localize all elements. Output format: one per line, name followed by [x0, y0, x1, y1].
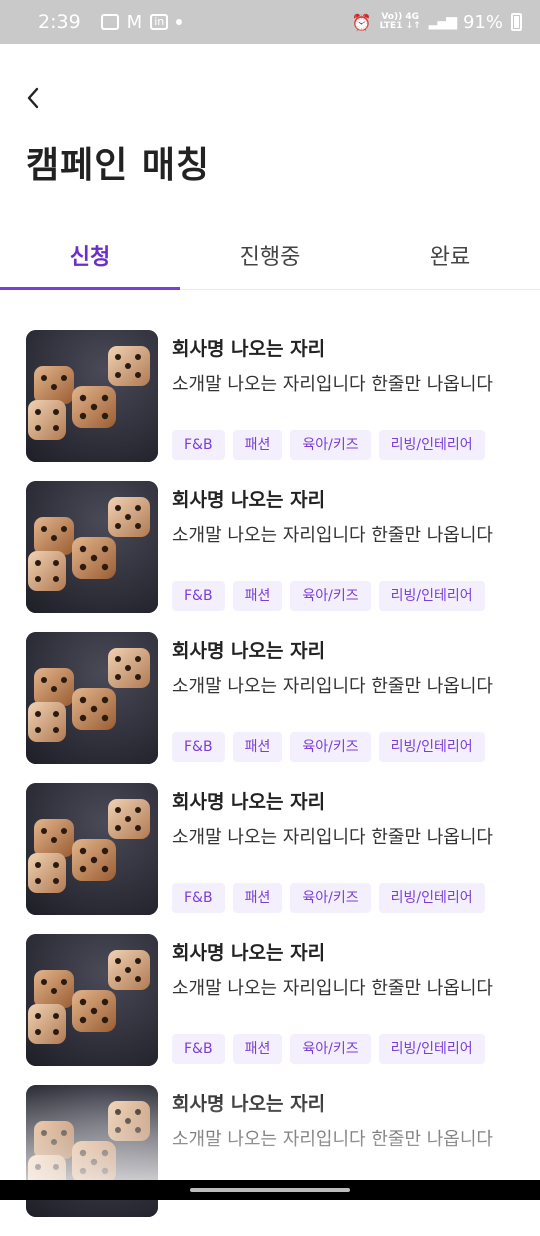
notification-dot-icon	[176, 19, 183, 25]
category-tag: 리빙/인테리어	[378, 581, 485, 611]
tag-list: F&B 패션 육아/키즈 리빙/인테리어	[172, 732, 485, 762]
dice-photo	[26, 632, 158, 764]
company-intro: 소개말 나오는 자리입니다 한줄만 나옵니다	[172, 525, 493, 546]
category-tag: 패션	[232, 581, 283, 611]
dice-photo	[26, 330, 158, 462]
tab-bar: 신청 진행중 완료	[0, 228, 540, 290]
status-time: 2:39	[38, 11, 81, 33]
campaign-thumbnail	[26, 481, 158, 613]
category-tag: F&B	[172, 732, 225, 762]
network-bottom-label: LTE1 ↓↑	[379, 21, 421, 31]
category-tag: 리빙/인테리어	[378, 430, 485, 460]
campaign-card[interactable]: 회사명 나오는 자리 소개말 나오는 자리입니다 한줄만 나옵니다 F&B 패션…	[0, 632, 540, 783]
category-tag: F&B	[172, 430, 225, 460]
company-name: 회사명 나오는 자리	[172, 640, 326, 662]
page-title: 캠페인 매칭	[26, 145, 211, 186]
company-name: 회사명 나오는 자리	[172, 338, 326, 360]
category-tag: 패션	[232, 732, 283, 762]
campaign-list: 회사명 나오는 자리 소개말 나오는 자리입니다 한줄만 나옵니다 F&B 패션…	[0, 330, 540, 1236]
tab-apply[interactable]: 신청	[0, 228, 180, 290]
category-tag: 육아/키즈	[290, 1034, 371, 1064]
category-tag: 패션	[232, 883, 283, 913]
campaign-card[interactable]: 회사명 나오는 자리 소개말 나오는 자리입니다 한줄만 나옵니다 F&B 패션…	[0, 330, 540, 481]
dice-photo	[26, 934, 158, 1066]
dice-photo	[26, 783, 158, 915]
home-gesture-handle[interactable]	[190, 1188, 350, 1192]
campaign-card[interactable]: 회사명 나오는 자리 소개말 나오는 자리입니다 한줄만 나옵니다 F&B 패션…	[0, 934, 540, 1085]
category-tag: 패션	[232, 430, 283, 460]
back-button[interactable]	[22, 84, 48, 112]
category-tag: 육아/키즈	[290, 581, 371, 611]
tag-list: F&B 패션 육아/키즈 리빙/인테리어	[172, 1034, 485, 1064]
campaign-card[interactable]: 회사명 나오는 자리 소개말 나오는 자리입니다 한줄만 나옵니다 F&B 패션…	[0, 783, 540, 934]
category-tag: F&B	[172, 581, 225, 611]
category-tag: F&B	[172, 883, 225, 913]
campaign-card[interactable]: 회사명 나오는 자리 소개말 나오는 자리입니다 한줄만 나옵니다	[0, 1085, 540, 1236]
campaign-thumbnail	[26, 330, 158, 462]
campaign-thumbnail	[26, 632, 158, 764]
category-tag: 육아/키즈	[290, 883, 371, 913]
company-name: 회사명 나오는 자리	[172, 489, 326, 511]
linkedin-icon: in	[150, 14, 169, 30]
dice-photo	[26, 481, 158, 613]
battery-percent: 91%	[462, 11, 503, 33]
gmail-icon: M	[126, 11, 143, 33]
company-intro: 소개말 나오는 자리입니다 한줄만 나옵니다	[172, 676, 493, 697]
campaign-thumbnail	[26, 934, 158, 1066]
category-tag: 패션	[232, 1034, 283, 1064]
company-intro: 소개말 나오는 자리입니다 한줄만 나옵니다	[172, 374, 493, 395]
battery-icon	[511, 13, 522, 31]
tag-list: F&B 패션 육아/키즈 리빙/인테리어	[172, 883, 485, 913]
category-tag: 리빙/인테리어	[378, 732, 485, 762]
category-tag: F&B	[172, 1034, 225, 1064]
company-name: 회사명 나오는 자리	[172, 1093, 326, 1115]
category-tag: 리빙/인테리어	[378, 1034, 485, 1064]
signal-icon: ▂▄▆	[428, 14, 457, 30]
alarm-icon: ⏰	[351, 12, 372, 32]
tag-list: F&B 패션 육아/키즈 리빙/인테리어	[172, 581, 485, 611]
gallery-icon	[100, 14, 119, 30]
category-tag: 육아/키즈	[290, 430, 371, 460]
company-name: 회사명 나오는 자리	[172, 942, 326, 964]
company-intro: 소개말 나오는 자리입니다 한줄만 나옵니다	[172, 978, 493, 999]
chevron-left-icon	[27, 87, 39, 109]
campaign-card[interactable]: 회사명 나오는 자리 소개말 나오는 자리입니다 한줄만 나옵니다 F&B 패션…	[0, 481, 540, 632]
company-intro: 소개말 나오는 자리입니다 한줄만 나옵니다	[172, 1129, 493, 1150]
campaign-thumbnail	[26, 783, 158, 915]
company-intro: 소개말 나오는 자리입니다 한줄만 나옵니다	[172, 827, 493, 848]
company-name: 회사명 나오는 자리	[172, 791, 326, 813]
tab-completed[interactable]: 완료	[360, 228, 540, 289]
category-tag: 리빙/인테리어	[378, 883, 485, 913]
system-nav-bar	[0, 1180, 540, 1200]
category-tag: 육아/키즈	[290, 732, 371, 762]
network-indicator: Vo)) 4G LTE1 ↓↑	[380, 13, 421, 31]
tab-in-progress[interactable]: 진행중	[180, 228, 360, 289]
tag-list: F&B 패션 육아/키즈 리빙/인테리어	[172, 430, 485, 460]
status-bar: 2:39 M in ⏰ Vo)) 4G LTE1 ↓↑ ▂▄▆ 91%	[0, 0, 540, 44]
